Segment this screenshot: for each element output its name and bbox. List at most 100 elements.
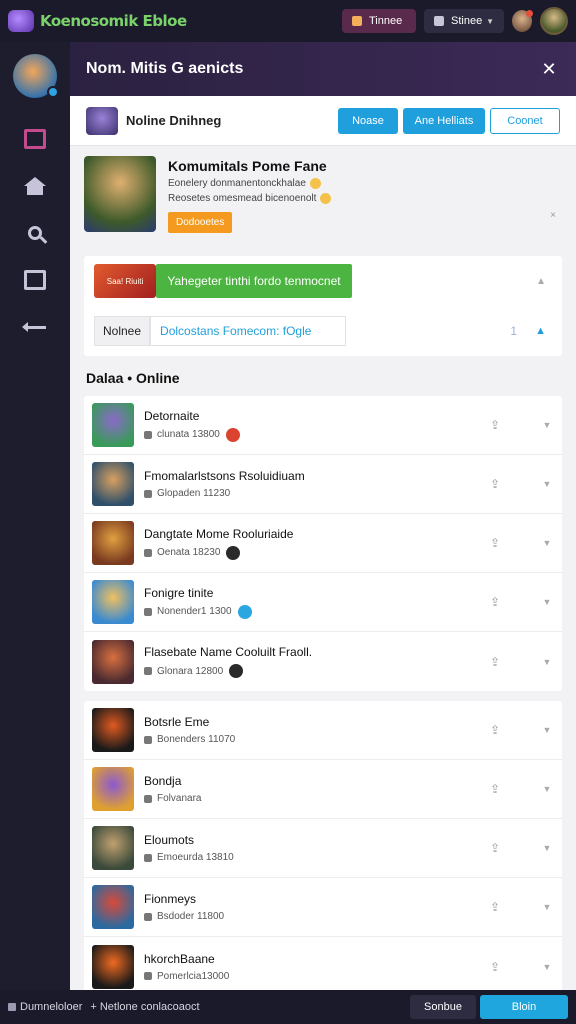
game-name: hkorchBaane (144, 951, 215, 966)
chevron-down-icon[interactable]: ▼ (540, 784, 554, 794)
chevron-down-icon[interactable]: ▼ (540, 420, 554, 430)
toolbar-button-1[interactable]: Noase (338, 107, 398, 134)
bottom-status: + Netlone conlacoaoct (90, 1001, 200, 1013)
home-icon-body (27, 185, 43, 195)
modal-toolbar: Noline Dnihneg Noase Ane Helliats Coonet (70, 96, 576, 146)
share-icon[interactable]: ⇪ (488, 841, 502, 855)
bottom-button-2[interactable]: Bloin (480, 995, 568, 1019)
gamepad-icon (434, 16, 444, 26)
game-status: Folvanara (144, 793, 201, 804)
chevron-down-icon[interactable]: ▼ (540, 538, 554, 548)
sidebar (0, 42, 70, 990)
share-icon[interactable]: ⇪ (488, 418, 502, 432)
status-dropdown[interactable]: Stinee ▼ (424, 9, 504, 33)
user-icon (144, 430, 152, 439)
share-icon[interactable]: ⇪ (488, 900, 502, 914)
featured-tag[interactable]: Dodooetes (168, 212, 233, 234)
section-title: Dalaa • Online (86, 370, 180, 386)
game-list-2: Botsrle Eme Bonenders 11070 ⇪ ▼ Bondja Folvan… (84, 701, 562, 990)
share-icon[interactable]: ⇪ (488, 655, 502, 669)
game-name: Fionmeys (144, 892, 197, 906)
toolbar-button-2[interactable]: Ane Helliats (403, 107, 485, 134)
count-label: 1 (510, 324, 518, 338)
game-thumbnail (92, 885, 134, 929)
close-icon[interactable]: ✕ (538, 58, 560, 80)
game-status: Emoeurda 13810 (144, 852, 234, 863)
promo-logo: Saa! Riuiti (94, 264, 156, 298)
game-row[interactable]: Bondja Folvanara ⇪ ▼ (84, 760, 562, 819)
chevron-down-icon[interactable]: ▼ (540, 657, 554, 667)
game-name: Dangtate Mome Rooluriaide (144, 526, 294, 541)
game-row[interactable]: Fonigre tinite Nonender1 1300 ⇪ ▼ (84, 573, 562, 632)
chevron-down-icon[interactable]: ▼ (540, 479, 554, 489)
game-row[interactable]: Fionmeys Bsdoder 11800 ⇪ ▼ (84, 878, 562, 937)
user-icon (144, 667, 152, 675)
chevron-up-icon[interactable]: ▲ (535, 325, 552, 337)
bottom-bar: Dumneloloer + Netlone conlacoaoct Sonbue… (0, 990, 576, 1024)
chevron-up-icon[interactable]: ▲ (536, 276, 552, 287)
toolbar-button-3[interactable]: Coonet (490, 107, 560, 134)
user-icon (144, 489, 152, 498)
cta-button[interactable]: Yahegeter tinthi fordo tenmocnet (156, 264, 352, 298)
coins-label: Tinnee (369, 15, 403, 27)
chevron-down-icon[interactable]: ▼ (540, 962, 554, 972)
game-row[interactable]: hkorchBaane Pomerlcia13000 ⇪ ▼ (84, 937, 562, 990)
sidebar-item-exit[interactable] (23, 268, 47, 292)
modal-title: Nom. Mitis G aenicts (86, 60, 244, 77)
smile-icon (309, 178, 321, 189)
chevron-down-icon[interactable]: ▼ (540, 902, 554, 912)
sidebar-item-library[interactable] (23, 127, 47, 151)
bottom-button-1[interactable]: Sonbue (410, 995, 476, 1019)
chevron-down-icon[interactable]: ▼ (540, 597, 554, 607)
game-thumbnail (92, 708, 134, 752)
game-row[interactable]: Botsrle Eme Bonenders 11070 ⇪ ▼ (84, 701, 562, 760)
game-row[interactable]: Detornaite clunata 13800 ⇪ ▼ (84, 396, 562, 455)
user-avatar[interactable] (540, 7, 568, 35)
share-icon[interactable]: ⇪ (488, 595, 502, 609)
dismiss-icon[interactable]: × (550, 210, 556, 221)
game-thumbnail (86, 106, 118, 135)
game-row[interactable]: Dangtate Mome Rooluriaide Oenata 18230 ⇪ ▼ (84, 514, 562, 573)
game-status: Pomerlcia13000 (144, 971, 229, 982)
top-bar: Koenosomik Ebloe Tinnee Stinee ▼ (0, 0, 576, 42)
profile-avatar[interactable] (13, 54, 59, 98)
action-panel: Saa! Riuiti Yahegeter tinthi fordo tenmo… (84, 256, 562, 356)
game-status: Glopaden 11230 (144, 488, 305, 499)
share-icon[interactable]: ⇪ (488, 477, 502, 491)
featured-line-1: Eonelery donmanentonckhalae (168, 178, 331, 189)
share-icon[interactable]: ⇪ (488, 960, 502, 974)
sidebar-item-home[interactable] (23, 174, 47, 198)
featured-title: Komumitals Pome Fane (168, 158, 327, 174)
user-icon (144, 794, 152, 803)
chevron-down-icon[interactable]: ▼ (540, 843, 554, 853)
library-icon (24, 129, 46, 149)
featured-line-2: Reosetes omesmead bicenoenolt (168, 193, 332, 204)
game-status: Bsdoder 11800 (144, 911, 224, 922)
featured-game: Komumitals Pome Fane Eonelery donmanento… (84, 156, 562, 248)
share-icon[interactable]: ⇪ (488, 723, 502, 737)
user-icon (144, 735, 152, 744)
game-thumbnail (92, 403, 134, 447)
status-dot-icon (237, 604, 252, 619)
coins-button[interactable]: Tinnee (342, 9, 416, 33)
game-row[interactable]: Fmomalarlstsons Rsoluidiuam Glopaden 1123… (84, 455, 562, 514)
community-link[interactable]: Dolcostans Fomecom: fOgle (150, 316, 347, 346)
exit-icon (24, 270, 46, 290)
sidebar-item-back[interactable] (22, 315, 47, 339)
friends-modal: Nom. Mitis G aenicts ✕ Noline Dnihneg No… (70, 42, 576, 990)
tab-online[interactable]: Nolnee (94, 316, 151, 346)
chevron-down-icon[interactable]: ▼ (540, 725, 554, 735)
game-status: Bonenders 11070 (144, 734, 235, 745)
sidebar-item-search[interactable] (23, 221, 47, 245)
game-thumbnail (92, 826, 134, 870)
game-status: Glonara 12800 (144, 664, 312, 678)
game-status: clunata 13800 (144, 427, 240, 442)
game-row[interactable]: Flasebate Name Cooluilt Fraoll. Glonara 1… (84, 632, 562, 691)
game-row[interactable]: Eloumots Emoeurda 13810 ⇪ ▼ (84, 819, 562, 878)
bottom-left-label[interactable]: Dumneloloer (20, 1001, 82, 1013)
share-icon[interactable]: ⇪ (488, 782, 502, 796)
game-thumbnail (92, 944, 134, 989)
back-arrow-icon (22, 321, 46, 332)
notification-icon[interactable] (512, 10, 533, 32)
share-icon[interactable]: ⇪ (488, 536, 502, 550)
